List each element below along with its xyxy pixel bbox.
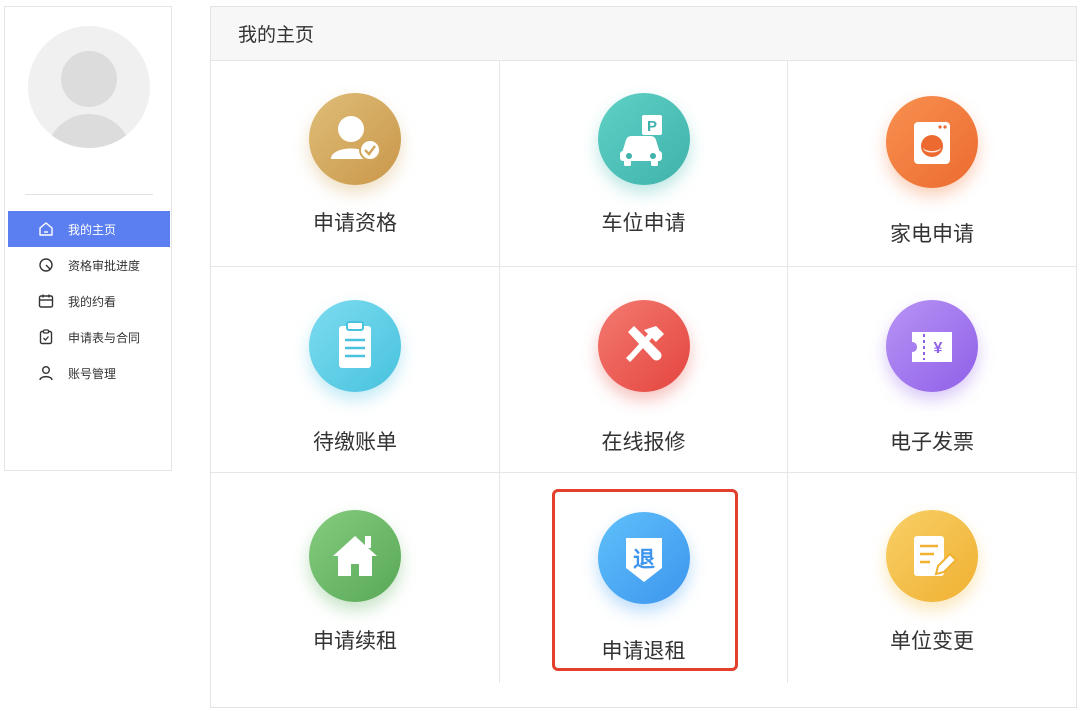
house-icon: [309, 510, 401, 602]
tile-employer-change[interactable]: 单位变更: [788, 473, 1076, 683]
edit-document-icon: [886, 510, 978, 602]
checkout-badge: 退: [632, 548, 654, 573]
sidebar-item-label: 账号管理: [68, 366, 117, 381]
tile-label: 待缴账单: [313, 430, 397, 454]
tile-label: 单位变更: [890, 629, 974, 653]
sidebar-menu: 我的主页 资格审批进度 我的约看 申请表与合同 账号管理: [8, 211, 170, 391]
tile-pending-bills[interactable]: 待缴账单: [211, 267, 499, 472]
sidebar-item-forms-contracts[interactable]: 申请表与合同: [8, 319, 170, 355]
bill-clipboard-icon: [309, 300, 401, 392]
svg-text:P: P: [646, 118, 656, 135]
avatar-body: [46, 114, 132, 148]
page-title: 我的主页: [238, 24, 315, 46]
sidebar-divider: [25, 194, 153, 195]
avatar-head: [61, 51, 117, 107]
tile-e-invoice[interactable]: ¥ 电子发票: [788, 267, 1076, 472]
tile-label: 申请续租: [313, 629, 397, 653]
sidebar-item-account[interactable]: 账号管理: [8, 355, 170, 391]
invoice-ticket-icon: ¥: [886, 300, 978, 392]
user-icon: [39, 366, 53, 381]
tile-label: 申请资格: [313, 211, 397, 235]
avatar[interactable]: [28, 26, 150, 148]
tile-label: 申请退租: [601, 639, 686, 663]
clipboard-icon: [39, 329, 53, 345]
tile-label: 在线报修: [601, 430, 686, 454]
sidebar-item-label: 申请表与合同: [68, 330, 141, 345]
tile-apply-qualification[interactable]: 申请资格: [211, 61, 499, 266]
tile-label: 车位申请: [601, 211, 686, 235]
user-check-icon: [309, 93, 401, 185]
calendar-icon: [38, 294, 54, 308]
tile-label: 电子发票: [890, 430, 974, 454]
tile-appliance-application[interactable]: 家电申请: [788, 61, 1076, 266]
panel-header: 我的主页: [211, 7, 1076, 61]
checkout-shield-icon: 退: [597, 512, 690, 604]
tile-lease-termination[interactable]: 退 申请退租: [500, 473, 787, 683]
svg-text:¥: ¥: [934, 340, 943, 357]
tile-lease-renewal[interactable]: 申请续租: [211, 473, 499, 683]
tile-label: 家电申请: [890, 222, 974, 246]
sidebar-item-appointments[interactable]: 我的约看: [8, 283, 170, 319]
home-icon: [39, 222, 53, 236]
sidebar: 我的主页 资格审批进度 我的约看 申请表与合同 账号管理: [4, 6, 172, 471]
sidebar-item-label: 资格审批进度: [68, 258, 141, 273]
sidebar-item-progress[interactable]: 资格审批进度: [8, 247, 170, 283]
parking-car-icon: P: [597, 93, 690, 185]
progress-icon: [39, 258, 53, 272]
washing-machine-icon: [886, 96, 978, 188]
sidebar-item-home[interactable]: 我的主页: [8, 211, 170, 247]
tile-parking-application[interactable]: P 车位申请: [500, 61, 787, 266]
main-panel: 我的主页 申请资格 P 车位申请 家电申请 待缴账单 在线报修 ¥ 电子发票 申…: [210, 6, 1077, 708]
sidebar-item-label: 我的约看: [68, 294, 117, 309]
sidebar-item-label: 我的主页: [68, 222, 117, 237]
repair-tools-icon: [597, 300, 690, 392]
tile-online-repair[interactable]: 在线报修: [500, 267, 787, 472]
